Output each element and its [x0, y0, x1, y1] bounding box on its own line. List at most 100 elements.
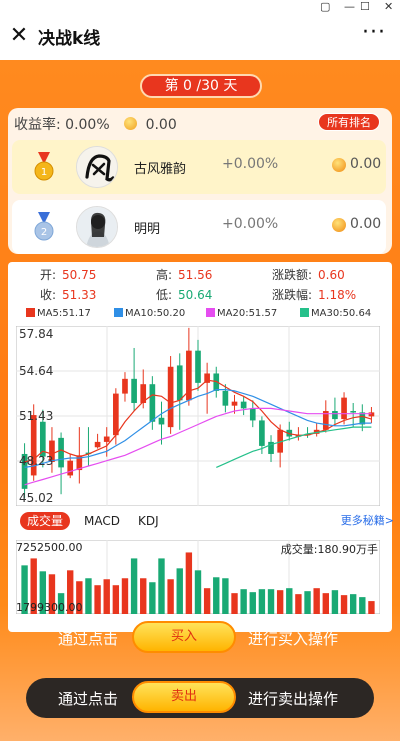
window-minimize-icon[interactable]: —: [344, 0, 355, 14]
more-options-icon[interactable]: ···: [362, 20, 386, 45]
sell-action-bar: 通过点击 卖出 进行卖出操作: [0, 678, 400, 718]
window-close-icon[interactable]: ✕: [384, 0, 393, 14]
candle-body: [149, 384, 156, 422]
volume-bar: [340, 595, 348, 614]
volume-bar: [322, 593, 329, 614]
open-price: 开: 50.75: [40, 268, 97, 282]
profit-summary: 收益率: 0.00% 0.00: [14, 114, 177, 134]
candle-body: [58, 437, 64, 468]
volume-bar: [295, 594, 302, 614]
volume-bar: [167, 579, 174, 614]
candle-body: [113, 393, 119, 436]
buy-prefix: 通过点击: [58, 630, 119, 648]
candle-body: [67, 460, 74, 476]
ma30-legend: MA30:50.64: [300, 308, 371, 319]
candle-body: [103, 436, 110, 442]
volume-min-label: 1799300.00: [16, 601, 83, 614]
all-rankings-button[interactable]: 所有排名: [318, 113, 380, 131]
volume-bar: [140, 578, 147, 614]
sell-prefix: 通过点击: [58, 690, 119, 708]
window-maximize-icon[interactable]: ☐: [360, 0, 370, 14]
volume-current-label: 成交量:180.90万手: [280, 543, 378, 556]
close-price: 收: 51.33: [40, 288, 97, 302]
player-coins: 0.00: [350, 216, 382, 232]
candle-body: [240, 401, 247, 409]
volume-bar: [213, 577, 220, 614]
close-icon[interactable]: ✕: [8, 22, 30, 50]
window-menu-icon[interactable]: ▢: [320, 0, 330, 14]
volume-bar: [158, 558, 165, 614]
volume-bar: [103, 579, 110, 614]
candlestick-chart[interactable]: 57.84 54.64 51.43 48.23 45.02: [16, 326, 380, 506]
candle-body: [341, 397, 347, 420]
round-badge: 第 0 /30 天: [140, 74, 262, 98]
candle-body: [195, 350, 201, 383]
volume-bar: [286, 588, 293, 614]
volume-bar: [304, 591, 311, 614]
volume-bar: [185, 552, 193, 614]
change-percent: 涨跌幅: 1.18%: [272, 288, 357, 302]
sell-suffix: 进行卖出操作: [248, 690, 339, 708]
candle-body: [158, 417, 165, 425]
volume-bar: [359, 597, 366, 614]
volume-bar: [331, 590, 339, 614]
silver-medal-icon: 2: [34, 212, 54, 241]
page-title: 决战k线: [38, 29, 101, 49]
price-axis-label: 57.84: [19, 327, 53, 341]
coin-icon: [332, 158, 346, 172]
ma5-swatch: [26, 308, 35, 317]
ma-legend: MA5:51.17 MA10:50.20 MA20:51.57 MA30:50.…: [14, 308, 394, 322]
price-axis-label: 54.64: [19, 364, 53, 378]
volume-bar: [222, 578, 229, 614]
candle-body: [222, 390, 229, 406]
volume-bar: [240, 589, 247, 614]
buy-action-bar: 通过点击 买入 进行买入操作: [0, 618, 400, 658]
volume-bar: [121, 578, 129, 614]
volume-bar: [130, 558, 138, 614]
avatar: [76, 206, 118, 248]
change-amount: 涨跌额: 0.60: [272, 268, 345, 282]
tab-volume[interactable]: 成交量: [20, 512, 70, 530]
tab-macd[interactable]: MACD: [84, 512, 120, 530]
coin-icon: [124, 117, 138, 130]
volume-bar: [149, 582, 156, 614]
coin-value: 0.00: [145, 117, 177, 133]
volume-bar: [349, 594, 357, 614]
player-rate: +0.00%: [222, 156, 279, 172]
candle-body: [167, 366, 174, 428]
profit-value: 0.00%: [65, 117, 110, 133]
sell-button[interactable]: 卖出: [132, 681, 236, 713]
volume-bar: [231, 593, 238, 614]
ma20-swatch: [206, 308, 215, 317]
price-axis-label: 51.43: [19, 409, 53, 423]
ma10-swatch: [114, 308, 123, 317]
medal-number: 2: [41, 227, 47, 238]
player-row[interactable]: 1 古风雅韵 +0.00% 0.00: [12, 140, 386, 194]
more-tips-link[interactable]: 更多秘籍>: [341, 512, 394, 528]
player-rate: +0.00%: [222, 216, 279, 232]
medal-number: 1: [41, 167, 47, 178]
volume-bar: [313, 588, 320, 614]
volume-bar: [176, 568, 183, 614]
player-name: 古风雅韵: [134, 162, 187, 177]
candle-body: [332, 411, 338, 420]
candle-body: [176, 365, 183, 401]
calligraphy-avatar-icon: [77, 147, 117, 187]
ma20-legend: MA20:51.57: [206, 308, 277, 319]
price-axis-label: 48.23: [19, 454, 53, 468]
volume-bar: [194, 570, 202, 614]
person-avatar-icon: [77, 207, 117, 247]
candle-body: [350, 411, 357, 413]
candle-body: [368, 412, 375, 417]
profit-label: 收益率:: [14, 117, 61, 133]
player-row[interactable]: 2 明明 +0.00% 0.00: [12, 200, 386, 254]
volume-bar: [94, 585, 101, 614]
buy-suffix: 进行买入操作: [248, 630, 339, 648]
avatar: [76, 146, 118, 188]
tab-kdj[interactable]: KDJ: [138, 512, 159, 530]
buy-button[interactable]: 买入: [132, 621, 236, 653]
volume-bar: [112, 585, 120, 614]
player-name: 明明: [134, 222, 161, 237]
low-price: 低: 50.64: [156, 288, 213, 302]
coin-icon: [332, 218, 346, 232]
